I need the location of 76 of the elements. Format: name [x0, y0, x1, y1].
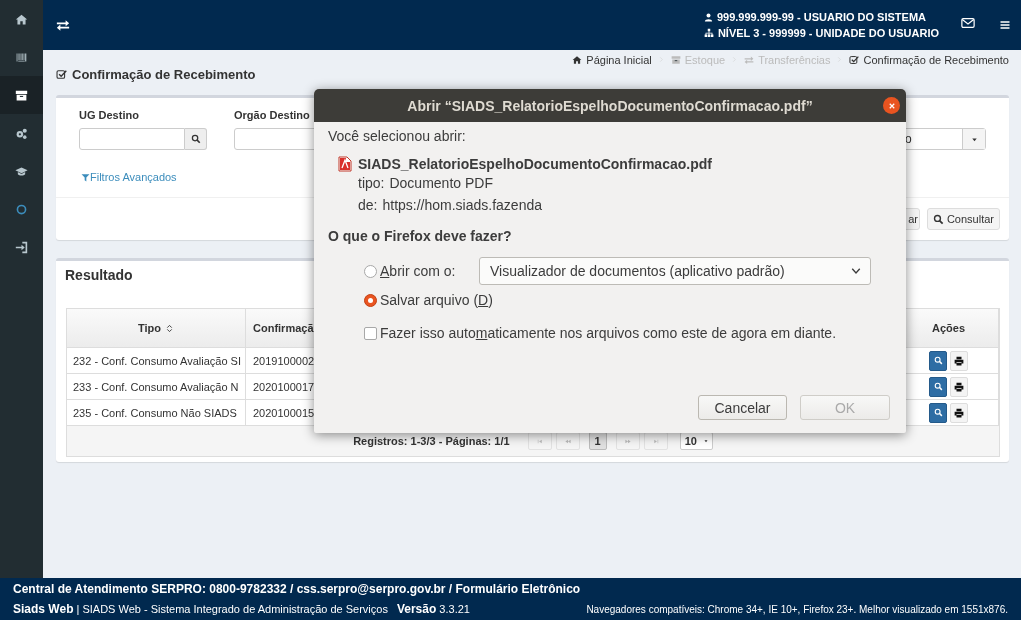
circle-icon — [15, 202, 28, 216]
table-cell: 233 - Conf. Consumo Avaliação N — [67, 374, 246, 400]
footer-system: Siads Web | SIADS Web - Sistema Integrado de Administração de Serviços — [13, 602, 388, 616]
detail-label: de: — [358, 197, 378, 213]
dialog-text: Você selecionou abrir: — [328, 128, 467, 146]
view-button[interactable] — [929, 350, 947, 371]
radio-button[interactable] — [364, 264, 377, 278]
input-field[interactable] — [79, 128, 185, 150]
user-unit: NÍVEL 3 - 999999 - UNIDADE DO USUARIO — [703, 27, 939, 39]
mail-icon — [961, 16, 975, 30]
detail-value: Documento PDF — [389, 175, 493, 191]
search-icon — [933, 356, 943, 365]
footer-version: Versão 3.3.21 — [396, 602, 470, 616]
user-icon — [703, 12, 713, 22]
app-dropdown[interactable]: Visualizador de documentos (aplicativo padrão) — [479, 257, 871, 285]
checkbox-icon — [849, 55, 860, 65]
printer-icon — [954, 381, 964, 392]
checkbox[interactable] — [364, 326, 377, 340]
checkbox-label[interactable]: Fazer isso automaticamente nos arquivos como este de agora em diante. — [380, 325, 837, 341]
view-button[interactable] — [929, 402, 947, 423]
graduation-cap-icon — [15, 164, 28, 178]
pagination-summary: Registros: 1-3/3 - Páginas: 1/1 — [353, 435, 510, 447]
detail-value: https://hom.siads.fazenda — [382, 197, 542, 213]
close-button[interactable] — [883, 97, 900, 114]
field-label: UG Destino — [79, 109, 140, 123]
exchange-icon — [744, 55, 755, 65]
last-icon — [651, 437, 660, 445]
option-label[interactable]: Salvar arquivo (D) — [380, 292, 493, 308]
dialog-question: O que o Firefox deve fazer? — [328, 228, 513, 244]
breadcrumb-link[interactable]: Página Inicial — [572, 54, 652, 66]
column-header[interactable]: Tipo — [67, 309, 246, 348]
search-icon — [933, 408, 943, 417]
checkbox-icon — [56, 68, 67, 80]
print-button[interactable] — [950, 376, 968, 397]
search-icon — [932, 213, 944, 225]
home-icon — [15, 12, 28, 26]
print-button[interactable] — [950, 402, 968, 423]
search-button[interactable]: Consultar — [926, 208, 1000, 230]
home-icon — [572, 55, 583, 65]
breadcrumb-link[interactable]: Confirmação de Recebimento — [849, 54, 1009, 66]
archive-icon — [670, 55, 681, 65]
view-button[interactable] — [929, 376, 947, 397]
pdf-file-icon — [338, 156, 352, 172]
cancel-button[interactable]: Cancelar — [698, 395, 787, 420]
sitemap-icon — [703, 28, 714, 38]
footer-browsers: Navegadores compatíveis: Chrome 34+, IE 10+, Firefox 23+. Melhor visualizado em 1551x876. — [586, 604, 1008, 615]
filter-icon — [81, 171, 90, 183]
printer-icon — [954, 407, 964, 418]
barcode-icon — [15, 50, 28, 64]
page-title: Confirmação de Recebimento — [72, 66, 256, 82]
sidebar-item[interactable] — [0, 76, 43, 114]
table-cell: 232 - Conf. Consumo Avaliação SI — [67, 348, 246, 374]
footer-contact: Central de Atendimento SERPRO: 0800-9782332 / css.serpro@serpro.gov.br / Formulário Eletrônico — [13, 582, 581, 596]
option-label[interactable]: Abrir com o: — [380, 263, 456, 279]
archive-icon — [15, 88, 28, 102]
search-icon — [933, 382, 943, 391]
exchange-icon — [56, 18, 70, 32]
detail-label: tipo: — [358, 175, 385, 191]
search-icon — [190, 134, 201, 144]
caret-icon — [702, 437, 709, 445]
gears-icon — [15, 126, 28, 140]
advanced-filters-link[interactable]: Filtros Avançados — [81, 171, 177, 183]
search-button[interactable] — [185, 128, 207, 150]
radio-button[interactable] — [364, 293, 377, 307]
print-button[interactable] — [950, 350, 968, 371]
user-name: 999.999.999-99 - USUARIO DO SISTEMA — [703, 11, 939, 23]
menu-icon — [999, 19, 1011, 31]
prev-icon — [563, 437, 572, 445]
printer-icon — [954, 355, 964, 366]
sign-in-icon — [15, 240, 28, 254]
file-name: SIADS_RelatorioEspelhoDocumentoConfirmacao.pdf — [358, 156, 712, 172]
panel-title: Resultado — [65, 267, 133, 283]
dialog-title: Abrir “SIADS_RelatorioEspelhoDocumentoConfirmacao.pdf” — [407, 97, 813, 114]
sort-icon — [165, 323, 174, 333]
field-label: Orgão Destino — [234, 109, 311, 123]
next-icon — [623, 437, 632, 445]
